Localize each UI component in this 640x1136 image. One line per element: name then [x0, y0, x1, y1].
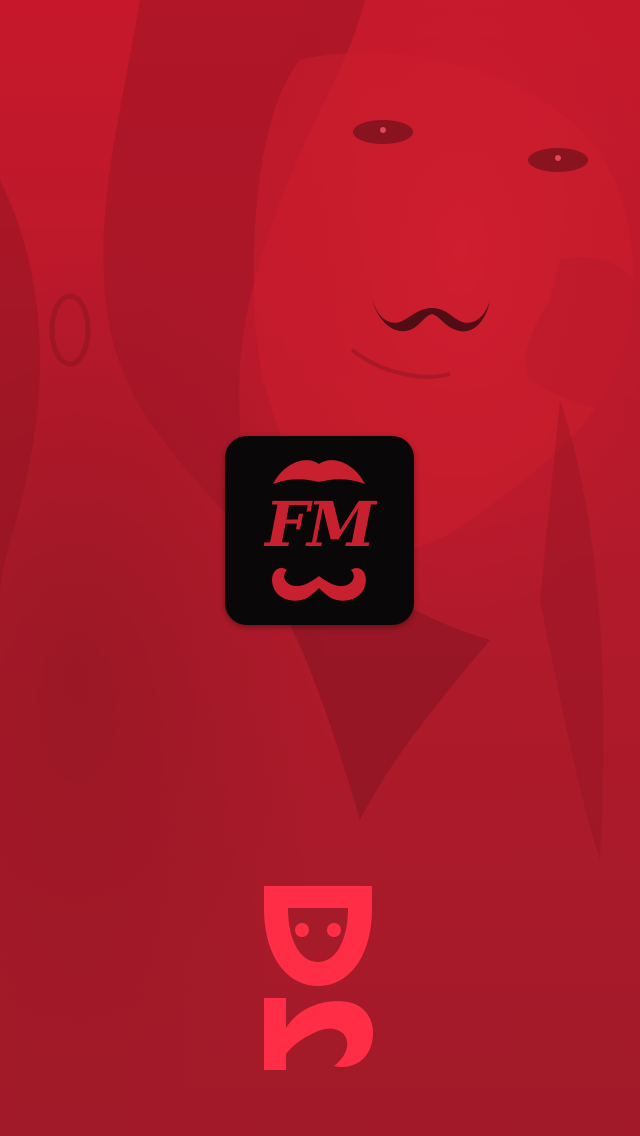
app-icon: FM — [225, 436, 414, 625]
brand-mark-logo — [264, 886, 373, 1070]
curly-mustache-icon — [272, 567, 366, 601]
app-icon-lettering: FM — [265, 488, 376, 561]
lips-mustache-icon — [273, 460, 365, 484]
